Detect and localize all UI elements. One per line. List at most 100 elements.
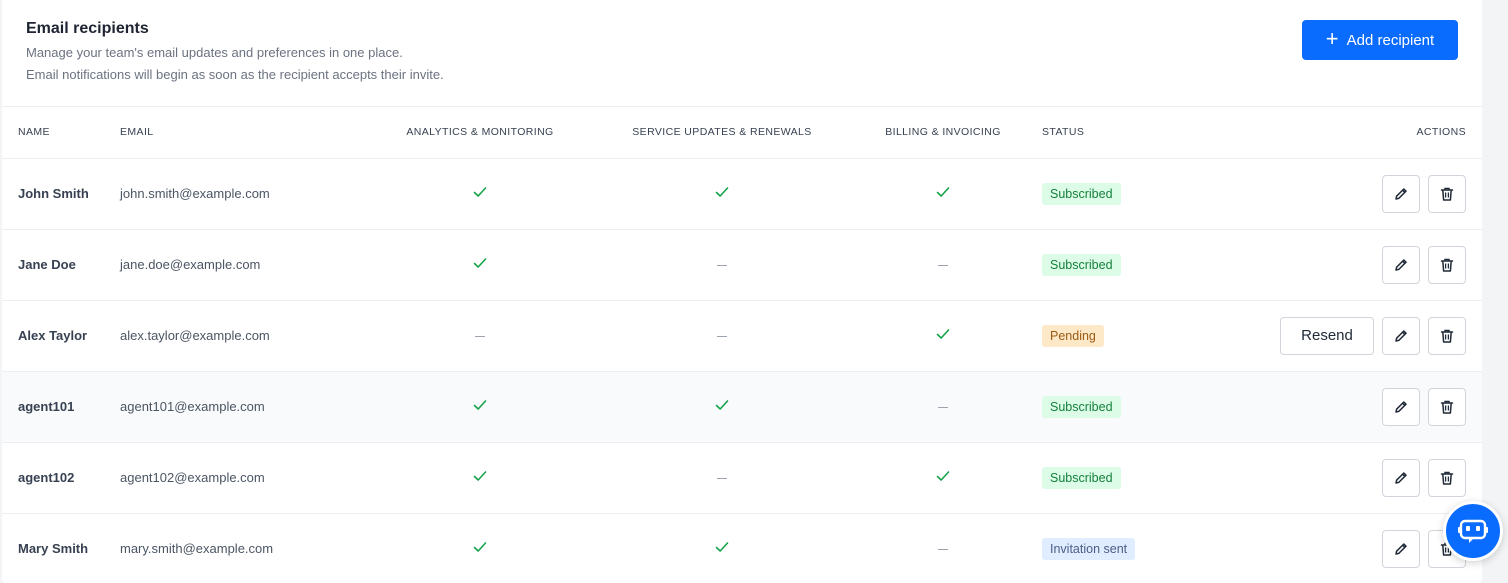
delete-button[interactable] (1428, 458, 1466, 497)
recipient-name: Mary Smith (18, 541, 89, 556)
check-icon (473, 471, 487, 481)
delete-button[interactable] (1428, 316, 1466, 355)
dash-icon (475, 336, 485, 338)
pencil-icon (1395, 400, 1407, 413)
analytics-cell (360, 300, 600, 371)
trash-icon (1440, 187, 1454, 201)
trash-icon (1440, 471, 1454, 485)
analytics-cell (360, 442, 600, 513)
pencil-icon (1395, 542, 1407, 555)
add-recipient-label: Add recipient (1346, 31, 1435, 49)
service-cell (600, 300, 844, 371)
check-icon (715, 400, 729, 410)
check-icon (473, 400, 487, 410)
table-row: agent102 agent102@example.com Subscribed (2, 442, 1482, 513)
recipient-name: agent102 (18, 470, 75, 485)
description-line-2: Email notifications will begin as soon a… (26, 67, 444, 82)
delete-button[interactable] (1428, 174, 1466, 213)
check-icon (473, 542, 487, 552)
billing-cell (844, 513, 1042, 583)
analytics-cell (360, 513, 600, 583)
recipient-email: john.smith@example.com (120, 186, 270, 201)
delete-button[interactable] (1428, 245, 1466, 284)
billing-cell (844, 442, 1042, 513)
edit-button[interactable] (1382, 387, 1420, 426)
recipient-name: Jane Doe (18, 257, 76, 272)
analytics-cell (360, 229, 600, 300)
check-icon (473, 258, 487, 268)
status-badge: Subscribed (1042, 466, 1121, 489)
card-header: Email recipients Manage your team's emai… (2, 0, 1482, 107)
chat-bot-icon (1458, 519, 1488, 543)
service-cell (600, 442, 844, 513)
check-icon (936, 471, 950, 481)
column-header-actions: ACTIONS (1222, 107, 1482, 159)
recipient-email: agent102@example.com (120, 470, 265, 485)
trash-icon (1440, 329, 1454, 343)
service-cell (600, 371, 844, 442)
status-cell: Subscribed (1042, 442, 1222, 513)
trash-icon (1440, 258, 1454, 272)
status-cell: Subscribed (1042, 229, 1222, 300)
status-cell: Invitation sent (1042, 513, 1222, 583)
delete-button[interactable] (1428, 387, 1466, 426)
trash-icon (1440, 400, 1454, 414)
dash-icon (717, 478, 727, 480)
table-row: Alex Taylor alex.taylor@example.com Pendin… (2, 300, 1482, 371)
status-badge: Pending (1042, 324, 1104, 347)
check-icon (936, 187, 950, 197)
check-icon (936, 329, 950, 339)
billing-cell (844, 229, 1042, 300)
pencil-icon (1395, 329, 1407, 342)
status-badge: Subscribed (1042, 395, 1121, 418)
add-recipient-button[interactable]: + Add recipient (1302, 20, 1458, 60)
dash-icon (938, 407, 948, 409)
table-row: John Smith john.smith@example.com Subscrib… (2, 158, 1482, 229)
status-badge: Invitation sent (1042, 537, 1136, 560)
check-icon (715, 542, 729, 552)
service-cell (600, 229, 844, 300)
service-cell (600, 513, 844, 583)
billing-cell (844, 300, 1042, 371)
dash-icon (938, 549, 948, 551)
status-badge: Subscribed (1042, 182, 1121, 205)
dash-icon (717, 265, 727, 267)
column-header-status[interactable]: STATUS (1042, 107, 1222, 159)
edit-button[interactable] (1382, 245, 1420, 284)
plus-icon: + (1325, 26, 1339, 51)
recipient-email: mary.smith@example.com (120, 541, 274, 556)
recipients-table: NAME EMAIL ANALYTICS & MONITORING SERVIC… (2, 107, 1482, 583)
column-header-name[interactable]: NAME (2, 107, 120, 159)
status-badge: Subscribed (1042, 253, 1121, 276)
column-header-email[interactable]: EMAIL (120, 107, 360, 159)
table-row: agent101 agent101@example.com Subscribed (2, 371, 1482, 442)
recipient-name: agent101 (18, 399, 75, 414)
edit-button[interactable] (1382, 174, 1420, 213)
pencil-icon (1395, 471, 1407, 484)
recipient-email: agent101@example.com (120, 399, 265, 414)
status-cell: Subscribed (1042, 371, 1222, 442)
analytics-cell (360, 371, 600, 442)
edit-button[interactable] (1382, 458, 1420, 497)
page-title: Email recipients (26, 20, 149, 37)
billing-cell (844, 158, 1042, 229)
edit-button[interactable] (1382, 529, 1420, 568)
check-icon (473, 187, 487, 197)
recipient-name: Alex Taylor (18, 328, 88, 343)
dash-icon (938, 265, 948, 267)
column-header-service[interactable]: SERVICE UPDATES & RENEWALS (600, 107, 844, 159)
column-header-analytics[interactable]: ANALYTICS & MONITORING (360, 107, 600, 159)
pencil-icon (1395, 258, 1407, 271)
recipient-email: alex.taylor@example.com (120, 328, 270, 343)
edit-button[interactable] (1382, 316, 1420, 355)
resend-button[interactable]: Resend (1280, 316, 1374, 355)
recipients-card: Email recipients Manage your team's emai… (2, 0, 1482, 583)
dash-icon (717, 336, 727, 338)
actions-cell: Resend (1222, 300, 1482, 371)
billing-cell (844, 371, 1042, 442)
chat-bot-button[interactable] (1443, 501, 1503, 561)
column-header-billing[interactable]: BILLING & INVOICING (844, 107, 1042, 159)
description-line-1: Manage your team's email updates and pre… (26, 45, 403, 60)
status-cell: Pending (1042, 300, 1222, 371)
pencil-icon (1395, 187, 1407, 200)
